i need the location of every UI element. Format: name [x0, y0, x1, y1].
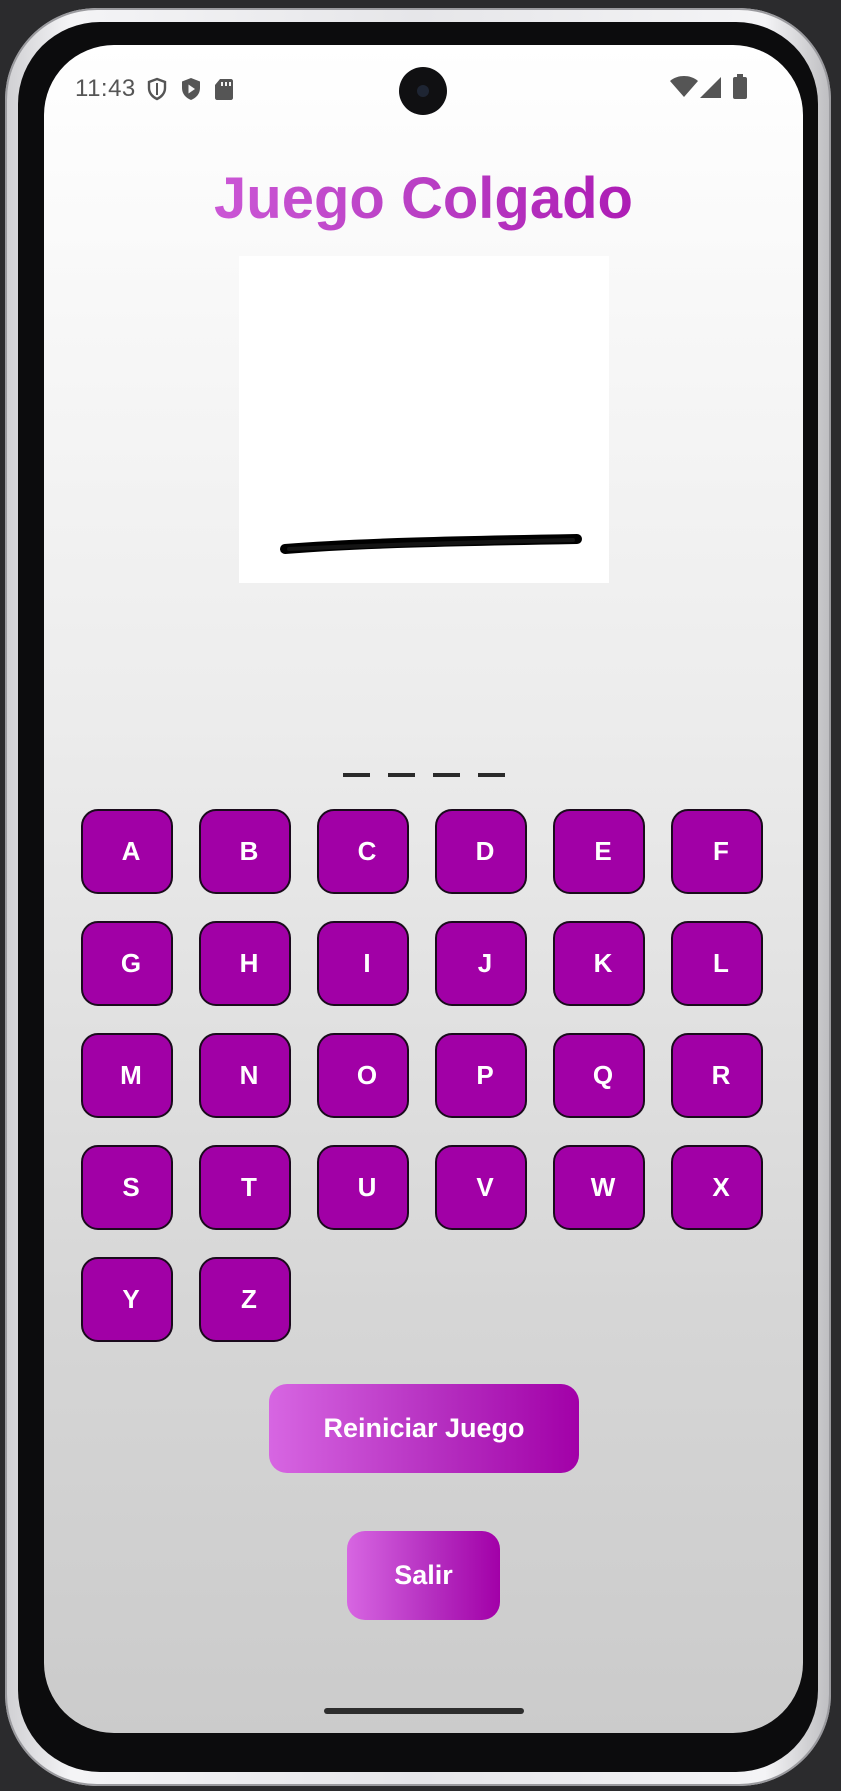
key-n[interactable]: N [199, 1033, 291, 1118]
key-i[interactable]: I [317, 921, 409, 1006]
key-a[interactable]: A [81, 809, 173, 894]
front-camera [399, 67, 447, 115]
letter-slot [342, 773, 370, 777]
restart-game-button[interactable]: Reiniciar Juego [269, 1384, 579, 1473]
key-r[interactable]: R [671, 1033, 763, 1118]
key-s[interactable]: S [81, 1145, 173, 1230]
key-k[interactable]: K [553, 921, 645, 1006]
key-h[interactable]: H [199, 921, 291, 1006]
key-v[interactable]: V [435, 1145, 527, 1230]
wifi-icon [669, 75, 699, 104]
key-d[interactable]: D [435, 809, 527, 894]
cell-signal-icon [698, 75, 722, 104]
status-time: 11:43 [75, 75, 136, 102]
key-y[interactable]: Y [81, 1257, 173, 1342]
key-z[interactable]: Z [199, 1257, 291, 1342]
key-t[interactable]: T [199, 1145, 291, 1230]
key-l[interactable]: L [671, 921, 763, 1006]
letter-slot [477, 773, 505, 777]
key-w[interactable]: W [553, 1145, 645, 1230]
key-q[interactable]: Q [553, 1033, 645, 1118]
battery-icon [732, 74, 748, 105]
key-b[interactable]: B [199, 809, 291, 894]
key-x[interactable]: X [671, 1145, 763, 1230]
hangman-drawing [239, 256, 609, 583]
sd-card-icon [214, 77, 234, 106]
key-m[interactable]: M [81, 1033, 173, 1118]
word-display [44, 727, 803, 787]
key-e[interactable]: E [553, 809, 645, 894]
key-p[interactable]: P [435, 1033, 527, 1118]
key-o[interactable]: O [317, 1033, 409, 1118]
key-j[interactable]: J [435, 921, 527, 1006]
exit-button[interactable]: Salir [347, 1531, 500, 1620]
letter-slot [387, 773, 415, 777]
phone-screen: 11:43 Juego Colgado A B C D E F G H I J … [44, 45, 803, 1733]
shield-outline-icon [147, 77, 167, 106]
play-shield-icon [180, 77, 202, 106]
status-bar: 11:43 [44, 45, 803, 131]
key-u[interactable]: U [317, 1145, 409, 1230]
letter-slot [432, 773, 460, 777]
key-f[interactable]: F [671, 809, 763, 894]
game-title: Juego Colgado [44, 165, 803, 232]
home-indicator[interactable] [324, 1708, 524, 1714]
key-g[interactable]: G [81, 921, 173, 1006]
key-c[interactable]: C [317, 809, 409, 894]
